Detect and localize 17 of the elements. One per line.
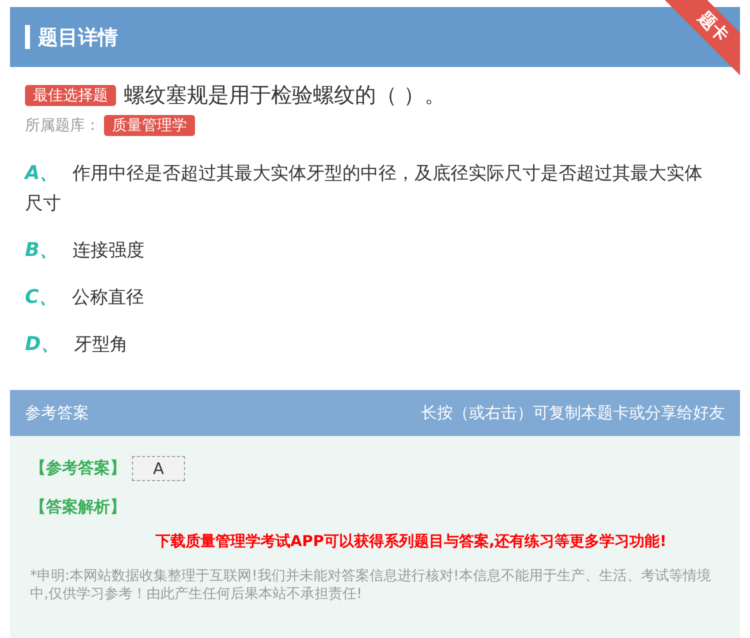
option-text: C、 公称直径 xyxy=(25,285,145,310)
option-text: D、 牙型角 xyxy=(25,332,129,357)
share-hint: 长按（或右击）可复制本题卡或分享给好友 xyxy=(421,402,725,424)
disclaimer-text: *申明:本网站数据收集整理于互联网!我们并未能对答案信息进行核对!本信息不能用于生产、生活、考试等情境中,仅供学习参考！由此产生任何后果本站不承担责任! xyxy=(30,567,712,603)
title-bar-mark xyxy=(25,25,30,49)
promo-text: 下载质量管理学考试APP可以获得系列题目与答案,还有练习等更多学习功能! xyxy=(154,532,668,551)
page-title: 题目详情 xyxy=(38,24,118,50)
question-type-tag: 最佳选择题 xyxy=(25,84,116,106)
analysis-label: 【答案解析】 xyxy=(30,497,127,518)
answer-title: 参考答案 xyxy=(25,402,89,424)
option-text: B、 连接强度 xyxy=(25,238,146,263)
answer-label: 【参考答案】 xyxy=(30,458,126,479)
answer-value: A xyxy=(132,456,185,481)
option-text: A、 作用中径是否超过其最大实体牙型的中径，及底径实际尺寸是否超过其最大实体尺寸 xyxy=(25,161,704,216)
bank-label: 所属题库： xyxy=(25,116,100,135)
question-text: 螺纹塞规是用于检验螺纹的（ ）。 xyxy=(124,82,446,109)
bank-tag[interactable]: 质量管理学 xyxy=(104,115,195,136)
